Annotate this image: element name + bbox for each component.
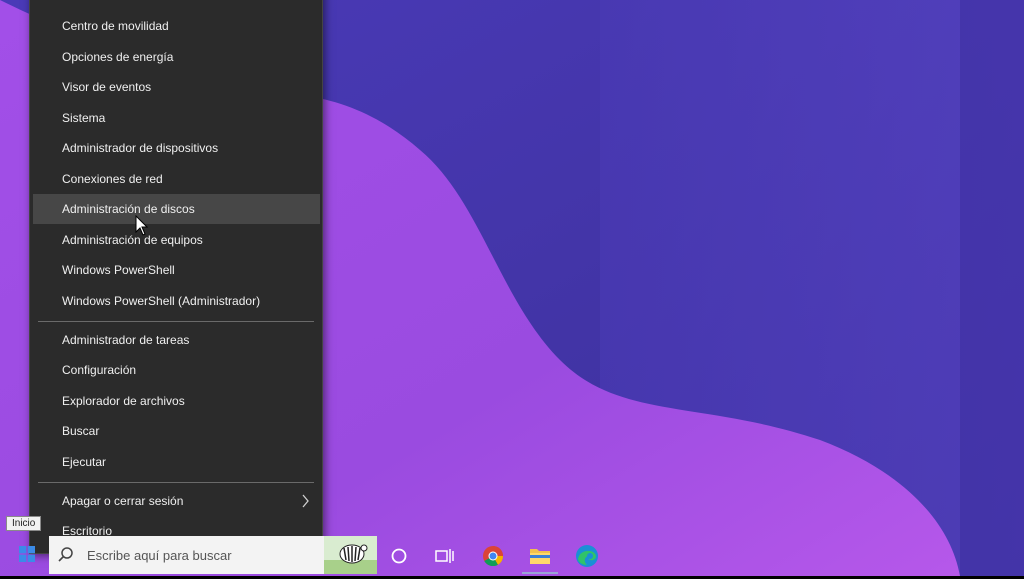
cortana-circle-icon[interactable] — [383, 540, 415, 572]
menu-item-label: Windows PowerShell (Administrador) — [62, 294, 261, 308]
menu-item-label: Administración de equipos — [62, 233, 203, 247]
menu-item-label: Administrador de dispositivos — [62, 141, 219, 155]
menu-item-buscar[interactable]: Buscar — [33, 416, 320, 446]
edge-icon[interactable] — [571, 540, 603, 572]
winx-context-menu: Centro de movilidad Opciones de energía … — [29, 0, 323, 554]
menu-item-label: Visor de eventos — [62, 80, 152, 94]
chrome-icon[interactable] — [477, 540, 509, 572]
menu-item-centro-movilidad[interactable]: Centro de movilidad — [33, 11, 320, 41]
menu-item-label: Configuración — [62, 363, 137, 377]
menu-item-explorador-archivos[interactable]: Explorador de archivos — [33, 386, 320, 416]
menu-item-windows-powershell-admin[interactable]: Windows PowerShell (Administrador) — [33, 286, 320, 316]
menu-item-label: Sistema — [62, 111, 106, 125]
menu-item-label: Administrador de tareas — [62, 333, 190, 347]
search-icon — [58, 547, 73, 562]
active-app-indicator — [522, 572, 558, 574]
menu-item-configuracion[interactable]: Configuración — [33, 355, 320, 385]
windows-logo-icon — [19, 546, 35, 562]
menu-item-label: Explorador de archivos — [62, 394, 185, 408]
menu-item-apagar-cerrar-sesion[interactable]: Apagar o cerrar sesión — [33, 486, 320, 516]
file-explorer-icon[interactable] — [524, 540, 556, 572]
menu-separator — [38, 482, 314, 483]
menu-item-sistema[interactable]: Sistema — [33, 103, 320, 133]
search-input[interactable] — [87, 546, 317, 564]
menu-item-conexiones-red[interactable]: Conexiones de red — [33, 164, 320, 194]
menu-item-label: Windows PowerShell — [62, 263, 175, 277]
search-highlight-image — [324, 536, 377, 574]
task-view-icon[interactable] — [429, 540, 461, 572]
menu-item-label: Administración de discos — [62, 202, 195, 216]
menu-item-label: Conexiones de red — [62, 172, 163, 186]
start-tooltip: Inicio — [6, 516, 42, 531]
menu-item-opciones-energia[interactable]: Opciones de energía — [33, 42, 320, 72]
menu-item-administracion-equipos[interactable]: Administración de equipos — [33, 225, 320, 255]
start-button[interactable] — [10, 537, 44, 571]
menu-item-administrador-dispositivos[interactable]: Administrador de dispositivos — [33, 133, 320, 163]
menu-item-label: Centro de movilidad — [62, 19, 169, 33]
menu-item-ejecutar[interactable]: Ejecutar — [33, 447, 320, 477]
menu-item-label: Buscar — [62, 424, 100, 438]
menu-item-label: Apagar o cerrar sesión — [62, 494, 184, 508]
menu-item-visor-eventos[interactable]: Visor de eventos — [33, 72, 320, 102]
menu-separator — [38, 321, 314, 322]
menu-item-label: Opciones de energía — [62, 50, 174, 64]
mouse-pointer-icon — [135, 215, 149, 236]
menu-item-administrador-tareas[interactable]: Administrador de tareas — [33, 325, 320, 355]
chevron-right-icon — [302, 494, 309, 508]
menu-item-windows-powershell[interactable]: Windows PowerShell — [33, 255, 320, 285]
menu-item-label: Ejecutar — [62, 455, 107, 469]
menu-item-administracion-discos[interactable]: Administración de discos — [33, 194, 320, 224]
